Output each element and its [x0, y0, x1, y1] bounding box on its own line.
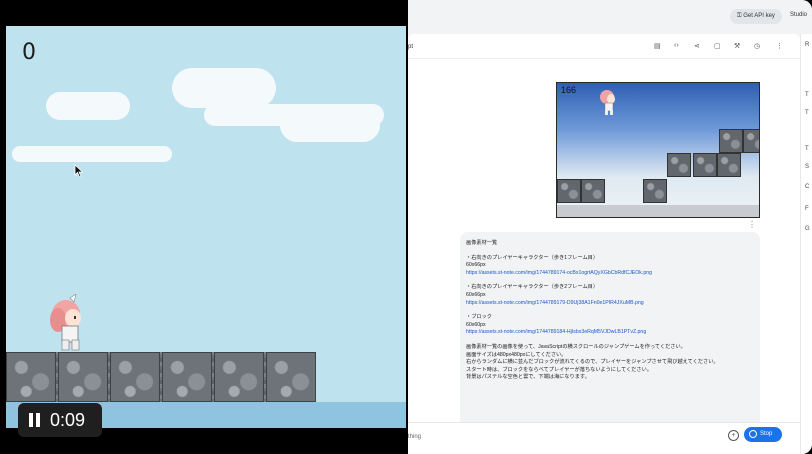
divider: [408, 58, 800, 59]
preview-player-character: [600, 90, 615, 115]
save-icon[interactable]: ▤: [654, 42, 661, 50]
asset-size: 60x66px: [466, 262, 486, 269]
block: [162, 352, 212, 402]
settings-label: R: [805, 42, 810, 48]
code-icon[interactable]: ‹›: [674, 42, 679, 49]
asset-name: ・右向きのプレイヤーキャラクター（歩き2フレーム目）: [466, 284, 599, 291]
message-line: 背景はパステルな空色と雲で、下端は海になります。: [466, 374, 590, 381]
message-line: 右からランダムに横に並んだブロックが流れてくるので、プレイヤーをジャンプさせて飛…: [466, 359, 719, 366]
share-icon[interactable]: ⋖: [694, 42, 700, 50]
pause-icon[interactable]: [28, 413, 42, 427]
preview-block: [557, 179, 581, 203]
preview-block: [743, 129, 759, 153]
add-icon[interactable]: +: [728, 430, 739, 441]
prompt-input-bar[interactable]: thing + Stop: [408, 422, 800, 454]
run-settings-panel: R T T T S C F G: [800, 34, 812, 454]
studio-label: Studio: [790, 12, 808, 18]
message-line: 画面サイズは480px480pxにしてください。: [466, 351, 567, 358]
preview-block: [719, 129, 743, 153]
message-heading: 画像素材一覧: [466, 240, 498, 246]
asset-link[interactable]: https://assets.st-note.com/img/174478917…: [466, 300, 754, 308]
top-bar: ⚿ Get API key Studio: [408, 0, 812, 34]
game-canvas[interactable]: 0: [6, 26, 406, 428]
more-icon[interactable]: ⋮: [776, 42, 783, 50]
ai-studio-window: ⚿ Get API key Studio pt ▤ ‹› ⋖ ▢ ⚒ ◷ ⋮ 1…: [408, 0, 812, 454]
settings-label: T: [805, 110, 809, 116]
message-line: 画像素材一覧の画像を使って、JavaScriptの横スクロールのジャンプゲームを…: [466, 343, 686, 350]
stop-icon: [749, 430, 757, 438]
settings-label: S: [805, 164, 810, 170]
settings-label: T: [805, 92, 809, 98]
user-message: 画像素材一覧 ・右向きのプレイヤーキャラクター（歩き1フレーム目） 60x66p…: [460, 232, 760, 428]
game-preview-image: 166: [556, 82, 760, 218]
asset-link[interactable]: https://assets.st-note.com/img/174478917…: [466, 270, 754, 278]
block: [58, 352, 108, 402]
chat-panel: pt ▤ ‹› ⋖ ▢ ⚒ ◷ ⋮ 166 ⋮ 画像素材一覧 ・右向きのプレイヤ…: [408, 34, 800, 454]
history-icon[interactable]: ◷: [754, 42, 760, 50]
mouse-cursor-icon: [74, 164, 84, 178]
asset-name: ・右向きのプレイヤーキャラクター（歩き1フレーム目）: [466, 254, 599, 261]
score-display: 0: [22, 40, 36, 65]
settings-label: F: [805, 206, 809, 212]
screen-recording-frame: 0 0:09 ⚿ Get API key Studio pt ▤ ‹› ⋖ ▢ …: [0, 0, 812, 454]
block: [214, 352, 264, 402]
cloud: [172, 68, 276, 108]
preview-block: [693, 153, 717, 177]
settings-label: C: [805, 184, 810, 190]
settings-label: G: [805, 226, 810, 232]
prompt-input[interactable]: thing: [408, 434, 421, 440]
message-options-icon[interactable]: ⋮: [748, 220, 756, 229]
preview-block: [717, 153, 741, 177]
block: [6, 352, 56, 402]
block: [266, 352, 316, 402]
preview-floor: [557, 205, 759, 217]
block: [110, 352, 160, 402]
preview-block: [581, 179, 605, 203]
asset-size: 60x66px: [466, 291, 486, 298]
prompt-title: pt: [408, 44, 414, 50]
asset-link[interactable]: https://assets.st-note.com/img/174478918…: [466, 329, 754, 337]
asset-name: ・ブロック: [466, 314, 492, 321]
tools-icon[interactable]: ⚒: [734, 42, 740, 50]
cloud: [12, 146, 172, 162]
player-character: [50, 294, 81, 351]
preview-score: 166: [561, 85, 577, 95]
preview-block: [667, 153, 691, 177]
preview-block: [643, 179, 667, 203]
compare-icon[interactable]: ▢: [714, 42, 721, 50]
stop-button[interactable]: Stop: [744, 427, 782, 442]
video-timer: 0:09: [50, 409, 86, 430]
block-row: [6, 352, 316, 402]
cloud: [280, 108, 380, 142]
asset-size: 60x60px: [466, 321, 486, 328]
cloud: [46, 92, 130, 120]
settings-label: T: [805, 146, 809, 152]
get-api-key-button[interactable]: ⚿ Get API key: [730, 9, 782, 24]
video-controls[interactable]: 0:09: [18, 403, 102, 437]
